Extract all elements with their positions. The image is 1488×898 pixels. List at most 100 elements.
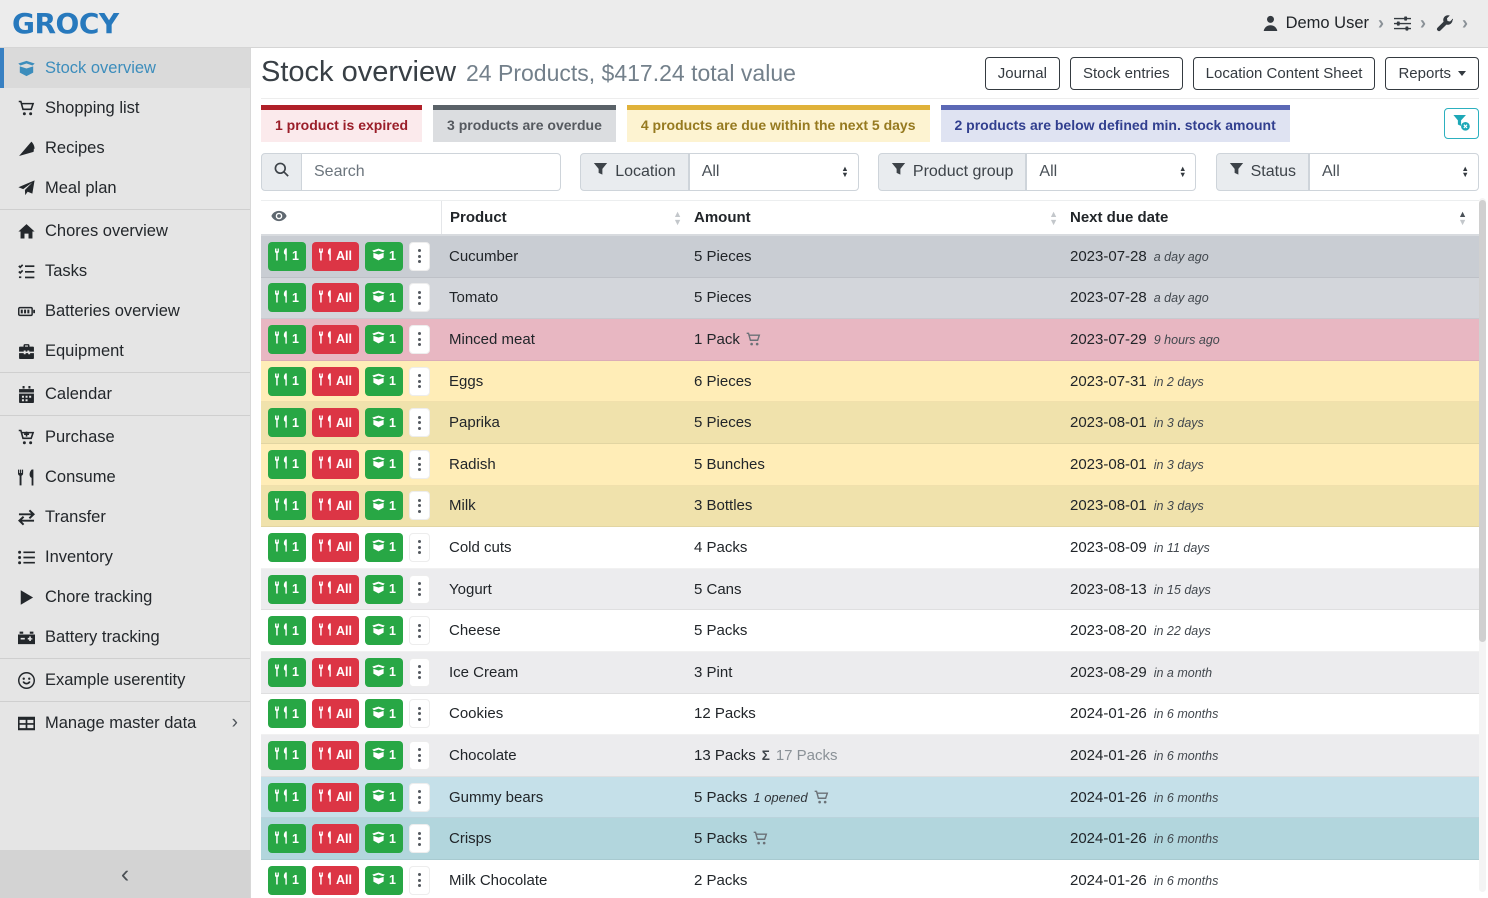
admin-menu[interactable]: › [1436,13,1470,34]
row-menu-button[interactable] [409,699,430,728]
open-one-button[interactable]: 1 [365,283,403,312]
consume-all-button[interactable]: All [312,283,359,312]
filter-product-group-select[interactable]: All▲▼ [1026,153,1196,191]
sidebar-item-battery-tracking[interactable]: Battery tracking [0,617,250,657]
location-content-sheet-button[interactable]: Location Content Sheet [1193,57,1376,90]
consume-all-button[interactable]: All [312,491,359,520]
consume-one-button[interactable]: 1 [268,533,306,562]
sidebar-collapse-button[interactable]: ‹ [0,850,250,898]
consume-all-button[interactable]: All [312,658,359,687]
consume-all-button[interactable]: All [312,408,359,437]
sidebar-item-stock-overview[interactable]: Stock overview [0,48,250,88]
consume-all-button[interactable]: All [312,699,359,728]
row-menu-button[interactable] [409,242,430,271]
open-one-button[interactable]: 1 [365,616,403,645]
row-menu-button[interactable] [409,325,430,354]
consume-one-button[interactable]: 1 [268,616,306,645]
sidebar-item-example-userentity[interactable]: Example userentity [0,660,250,700]
sidebar-item-chore-tracking[interactable]: Chore tracking [0,577,250,617]
sidebar-item-shopping-list[interactable]: Shopping list [0,88,250,128]
filter-status-select[interactable]: All▲▼ [1309,153,1479,191]
column-header-details[interactable] [261,201,441,234]
consume-one-button[interactable]: 1 [268,658,306,687]
consume-all-button[interactable]: All [312,824,359,853]
sidebar-item-consume[interactable]: Consume [0,457,250,497]
settings-menu[interactable]: › [1394,13,1428,34]
row-menu-button[interactable] [409,658,430,687]
sidebar-item-tasks[interactable]: Tasks [0,251,250,291]
open-one-button[interactable]: 1 [365,783,403,812]
open-one-button[interactable]: 1 [365,741,403,770]
user-menu[interactable]: Demo User › [1262,13,1386,34]
open-one-button[interactable]: 1 [365,658,403,687]
consume-one-button[interactable]: 1 [268,283,306,312]
row-menu-button[interactable] [409,533,430,562]
open-one-button[interactable]: 1 [365,367,403,396]
open-one-button[interactable]: 1 [365,325,403,354]
row-menu-button[interactable] [409,408,430,437]
column-header-product[interactable]: Product▲▼ [441,201,694,234]
sidebar-item-manage-master-data[interactable]: Manage master data› [0,703,250,743]
consume-all-button[interactable]: All [312,242,359,271]
row-menu-button[interactable] [409,283,430,312]
consume-one-button[interactable]: 1 [268,783,306,812]
sidebar-item-purchase[interactable]: Purchase [0,417,250,457]
consume-one-button[interactable]: 1 [268,824,306,853]
consume-all-button[interactable]: All [312,575,359,604]
scrollbar-thumb[interactable] [1479,200,1486,642]
consume-one-button[interactable]: 1 [268,367,306,396]
row-menu-button[interactable] [409,367,430,396]
consume-one-button[interactable]: 1 [268,491,306,520]
consume-one-button[interactable]: 1 [268,699,306,728]
open-one-button[interactable]: 1 [365,533,403,562]
open-one-button[interactable]: 1 [365,575,403,604]
sidebar-item-calendar[interactable]: Calendar [0,374,250,414]
sidebar-item-inventory[interactable]: Inventory [0,537,250,577]
consume-one-button[interactable]: 1 [268,866,306,895]
consume-all-button[interactable]: All [312,866,359,895]
consume-one-button[interactable]: 1 [268,575,306,604]
row-menu-button[interactable] [409,866,430,895]
consume-all-button[interactable]: All [312,450,359,479]
search-input[interactable] [302,153,561,191]
clear-filters-button[interactable] [1444,108,1479,139]
reports-button[interactable]: Reports [1385,57,1479,90]
row-menu-button[interactable] [409,783,430,812]
row-menu-button[interactable] [409,741,430,770]
consume-all-button[interactable]: All [312,533,359,562]
stock-entries-button[interactable]: Stock entries [1070,57,1183,90]
consume-all-button[interactable]: All [312,616,359,645]
open-one-button[interactable]: 1 [365,408,403,437]
row-menu-button[interactable] [409,575,430,604]
sidebar-item-chores-overview[interactable]: Chores overview [0,211,250,251]
sidebar-item-recipes[interactable]: Recipes [0,128,250,168]
open-one-button[interactable]: 1 [365,242,403,271]
row-menu-button[interactable] [409,616,430,645]
scrollbar[interactable] [1479,198,1486,892]
consume-one-button[interactable]: 1 [268,741,306,770]
sidebar-item-equipment[interactable]: Equipment [0,331,250,371]
filter-location-select[interactable]: All▲▼ [689,153,859,191]
open-one-button[interactable]: 1 [365,866,403,895]
row-menu-button[interactable] [409,450,430,479]
consume-all-button[interactable]: All [312,367,359,396]
open-one-button[interactable]: 1 [365,824,403,853]
sidebar-item-batteries-overview[interactable]: Batteries overview [0,291,250,331]
consume-all-button[interactable]: All [312,741,359,770]
row-menu-button[interactable] [409,824,430,853]
consume-one-button[interactable]: 1 [268,242,306,271]
open-one-button[interactable]: 1 [365,699,403,728]
row-menu-button[interactable] [409,491,430,520]
column-header-amount[interactable]: Amount▲▼ [694,201,1070,234]
consume-all-button[interactable]: All [312,325,359,354]
sidebar-item-meal-plan[interactable]: Meal plan [0,168,250,208]
consume-one-button[interactable]: 1 [268,408,306,437]
consume-all-button[interactable]: All [312,783,359,812]
consume-one-button[interactable]: 1 [268,450,306,479]
open-one-button[interactable]: 1 [365,450,403,479]
journal-button[interactable]: Journal [985,57,1060,90]
sidebar-item-transfer[interactable]: Transfer [0,497,250,537]
consume-one-button[interactable]: 1 [268,325,306,354]
column-header-next-due-date[interactable]: Next due date▲▼ [1070,201,1479,234]
open-one-button[interactable]: 1 [365,491,403,520]
